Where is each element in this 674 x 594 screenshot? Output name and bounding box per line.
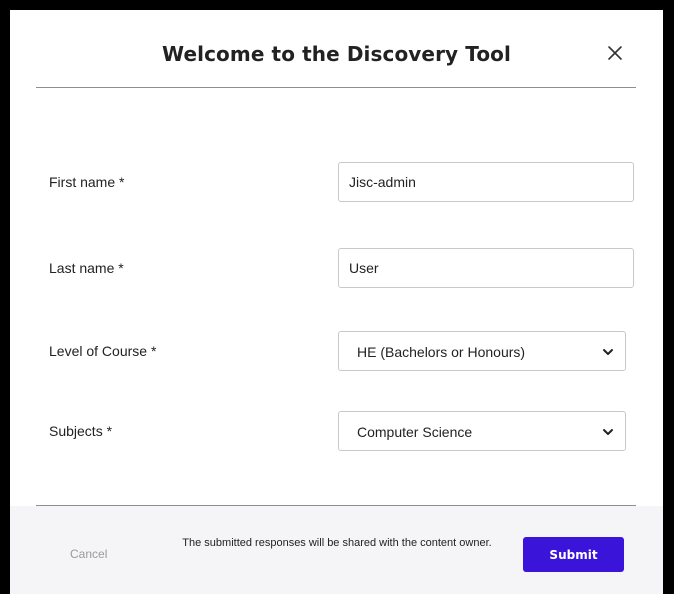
dialog-header: Welcome to the Discovery Tool [10, 10, 663, 87]
chevron-down-icon [601, 345, 615, 359]
subjects-row: Subjects * Computer Science [10, 411, 663, 451]
first-name-label: First name * [49, 174, 125, 190]
submit-button[interactable]: Submit [523, 537, 624, 572]
first-name-input[interactable] [338, 162, 634, 202]
header-divider [36, 87, 636, 88]
level-of-course-label: Level of Course * [49, 343, 157, 359]
subjects-select[interactable]: Computer Science [338, 411, 626, 451]
last-name-input[interactable] [338, 248, 634, 288]
subjects-value: Computer Science [357, 424, 473, 440]
footer-note: The submitted responses will be shared w… [182, 537, 492, 549]
close-icon [608, 46, 622, 60]
welcome-dialog: Welcome to the Discovery Tool First name… [10, 10, 663, 594]
level-of-course-row: Level of Course * HE (Bachelors or Honou… [10, 331, 663, 371]
cancel-button[interactable]: Cancel [70, 547, 107, 561]
level-of-course-value: HE (Bachelors or Honours) [357, 344, 526, 360]
dialog-footer: Cancel The submitted responses will be s… [10, 506, 663, 594]
dialog-title: Welcome to the Discovery Tool [162, 42, 511, 66]
last-name-row: Last name * [10, 248, 663, 288]
last-name-label: Last name * [49, 260, 124, 276]
subjects-label: Subjects * [49, 423, 113, 439]
close-button[interactable] [604, 42, 626, 64]
chevron-down-icon [601, 425, 615, 439]
level-of-course-select[interactable]: HE (Bachelors or Honours) [338, 331, 626, 371]
first-name-row: First name * [10, 162, 663, 202]
